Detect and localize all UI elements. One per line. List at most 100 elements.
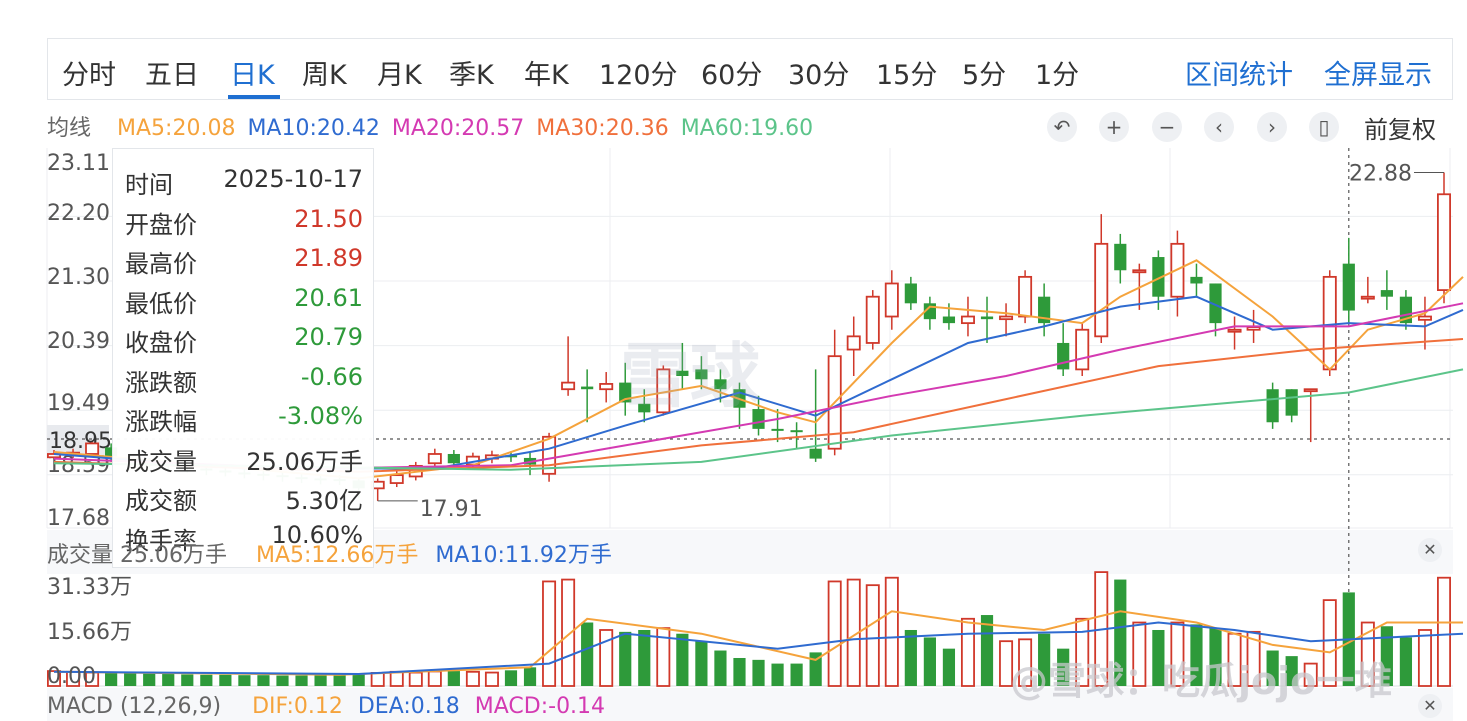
- min-price-label: 17.91: [420, 497, 483, 522]
- volume-bar: [733, 657, 746, 686]
- candle-body: [1246, 326, 1261, 331]
- tooltip-row: 成交额 5.30亿: [125, 481, 363, 515]
- candle-body: [1018, 275, 1033, 318]
- candle-body: [1322, 275, 1337, 371]
- macd-dif: DIF:0.12: [252, 694, 343, 719]
- watermark-author: @雪球：吃瓜jojo一堆: [1010, 659, 1393, 703]
- candle-body: [1417, 315, 1432, 321]
- volume-bar: [676, 633, 689, 686]
- price-tick: 20.39: [47, 329, 110, 354]
- tooltip-row: 开盘价 21.50: [125, 205, 363, 239]
- volume-bar: [960, 617, 975, 687]
- tooltip-value: 20.79: [294, 323, 363, 351]
- price-tick: 19.49: [47, 391, 110, 416]
- volume-legend: 成交量 25.06万手 MA5:12.66万手 MA10:11.92万手: [47, 537, 612, 569]
- candle-body: [1075, 328, 1090, 371]
- candle-body: [1114, 243, 1127, 271]
- volume-ma5: MA5:12.66万手: [255, 543, 419, 568]
- tooltip-value: 20.61: [294, 283, 363, 312]
- volume-bar: [465, 670, 480, 687]
- volume-bar: [827, 580, 842, 687]
- candle-body: [599, 383, 614, 391]
- volume-tick: 31.33万: [47, 575, 132, 600]
- volume-bar: [238, 675, 251, 686]
- candle-body: [1437, 193, 1451, 291]
- tooltip-key: 成交量: [125, 447, 197, 476]
- volume-bar: [865, 584, 880, 687]
- close-macd-icon[interactable]: ✕: [1418, 694, 1442, 718]
- volume-bar: [581, 622, 594, 686]
- volume-bar: [942, 648, 956, 686]
- volume-bar: [790, 663, 803, 686]
- tooltip-value: -0.66: [300, 362, 363, 391]
- candle-body: [581, 386, 594, 390]
- volume-bar: [714, 650, 727, 686]
- tooltip-row: 涨跌幅 -3.08%: [125, 402, 363, 436]
- candle-body: [1057, 342, 1070, 370]
- volume-ma10: MA10:11.92万手: [435, 543, 612, 568]
- candle-body: [85, 442, 100, 455]
- volume-bar: [389, 670, 404, 687]
- volume-bar: [638, 629, 651, 686]
- tooltip-key: 开盘价: [125, 210, 197, 239]
- volume-bar: [333, 675, 346, 686]
- candle-body: [389, 474, 404, 484]
- candle-body: [865, 295, 880, 344]
- candle-tooltip: 时间 2025-10-17 开盘价 21.50 最高价 21.89 最低价 20.61 收盘价 2…: [112, 148, 374, 568]
- volume-tick: 0.00: [47, 664, 96, 689]
- price-tick: 21.30: [47, 265, 110, 290]
- volume-bar: [219, 674, 232, 686]
- tooltip-row: 最高价 21.89: [125, 244, 363, 278]
- candle-body: [846, 335, 861, 351]
- volume-bar: [295, 675, 308, 686]
- volume-bar: [599, 629, 614, 687]
- close-volume-icon[interactable]: ✕: [1418, 538, 1442, 562]
- tooltip-key: 涨跌额: [125, 368, 197, 397]
- tooltip-value: 5.30亿: [285, 487, 363, 515]
- tooltip-row: 最低价 20.61: [125, 283, 363, 318]
- tooltip-key: 时间: [125, 171, 173, 199]
- tooltip-value: -3.08%: [278, 402, 363, 430]
- candle-body: [1190, 276, 1203, 284]
- candle-body: [1303, 388, 1318, 393]
- candle-body: [1132, 269, 1147, 274]
- candle-body: [1342, 263, 1355, 311]
- candle-body: [884, 282, 899, 318]
- candle-body: [1094, 242, 1109, 338]
- volume-bar: [695, 641, 708, 686]
- volume-bar: [484, 671, 499, 687]
- macd-label: MACD (12,26,9): [47, 694, 222, 719]
- volume-label: 成交量 25.06万手: [47, 543, 227, 568]
- candle-body: [1360, 295, 1375, 300]
- candle-body: [980, 316, 994, 320]
- candle-body: [999, 315, 1014, 321]
- volume-bar: [408, 671, 423, 687]
- macd-dea: DEA:0.18: [357, 694, 460, 719]
- candle-body: [942, 316, 956, 324]
- volume-bar: [771, 663, 784, 686]
- volume-bar: [561, 578, 576, 687]
- volume-bar: [619, 631, 632, 686]
- volume-bar: [523, 667, 537, 686]
- watermark-logo: 雪球: [620, 335, 760, 417]
- tooltip-key: 收盘价: [125, 329, 197, 357]
- volume-bar: [276, 675, 289, 686]
- candle-body: [771, 428, 784, 431]
- volume-bar: [314, 675, 327, 686]
- candle-body: [427, 453, 442, 465]
- volume-bar: [105, 672, 118, 686]
- price-tick: 17.68: [47, 506, 110, 531]
- candle-body: [1266, 389, 1279, 423]
- candle-body: [1227, 328, 1242, 333]
- volume-bar: [752, 659, 765, 686]
- candle-body: [447, 453, 460, 464]
- volume-bar: [1417, 629, 1432, 687]
- volume-bar: [352, 674, 365, 686]
- volume-bar: [162, 674, 175, 686]
- volume-bar: [427, 670, 442, 687]
- volume-bar: [181, 674, 194, 686]
- tooltip-row: 涨跌额 -0.66: [125, 362, 363, 397]
- tooltip-key: 最高价: [125, 250, 197, 278]
- candle-body: [561, 381, 576, 391]
- volume-bar: [200, 674, 213, 686]
